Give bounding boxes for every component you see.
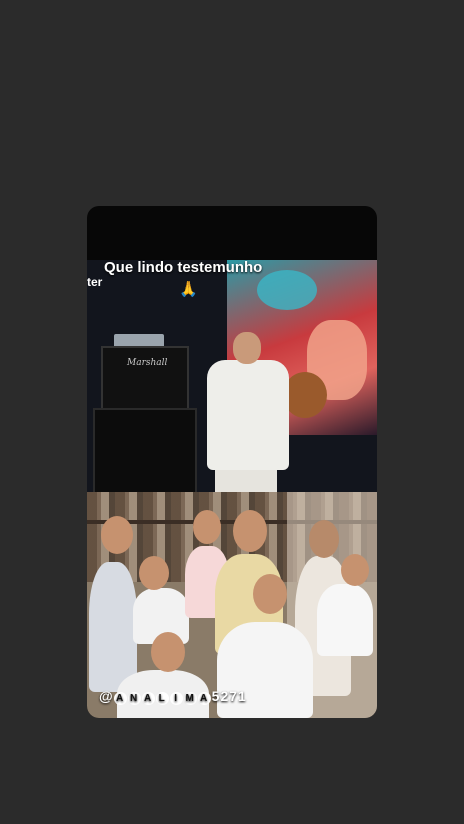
family-member-head	[101, 516, 133, 554]
amplifier-head: Marshall	[101, 346, 189, 410]
family-member-head	[341, 554, 369, 586]
family-member	[89, 562, 137, 692]
watermark-letter: A	[141, 692, 155, 705]
family-member	[317, 584, 373, 656]
speaker-person	[207, 360, 289, 470]
family-member-head	[253, 574, 287, 614]
caption-text: Que lindo testemunho	[104, 259, 263, 276]
watermark-letter: M	[183, 692, 197, 705]
watermark-letter: N	[127, 692, 141, 705]
family-member-head	[151, 632, 185, 672]
watermark-letter: A	[197, 692, 211, 705]
amp-brand-logo: Marshall	[127, 358, 168, 368]
family-photo[interactable]: @ A N A L I M A 5271	[87, 492, 377, 718]
story-card[interactable]: Marshall ter Que lindo testemunho 🙏 @ A …	[87, 206, 377, 718]
family-member-head	[139, 556, 169, 590]
guitar	[283, 372, 327, 418]
praying-hands-icon: 🙏	[179, 281, 198, 298]
watermark-letter: L	[155, 692, 169, 705]
side-text-fragment: ter	[87, 275, 103, 289]
family-member-head	[233, 510, 267, 552]
family-member-head	[309, 520, 339, 558]
speaker-cabinet	[93, 408, 197, 493]
led-screen-detail	[257, 270, 317, 310]
speaker-person-head	[233, 332, 261, 364]
watermark-prefix: @	[99, 688, 114, 704]
video-frame[interactable]: Marshall	[87, 260, 377, 493]
story-caption: Que lindo testemunho	[104, 259, 262, 276]
watermark-suffix: 5271	[211, 688, 247, 704]
watermark-letter: A	[113, 692, 127, 705]
account-watermark: @ A N A L I M A 5271	[99, 688, 247, 705]
family-member-head	[193, 510, 221, 544]
watermark-letter: I	[169, 692, 183, 705]
